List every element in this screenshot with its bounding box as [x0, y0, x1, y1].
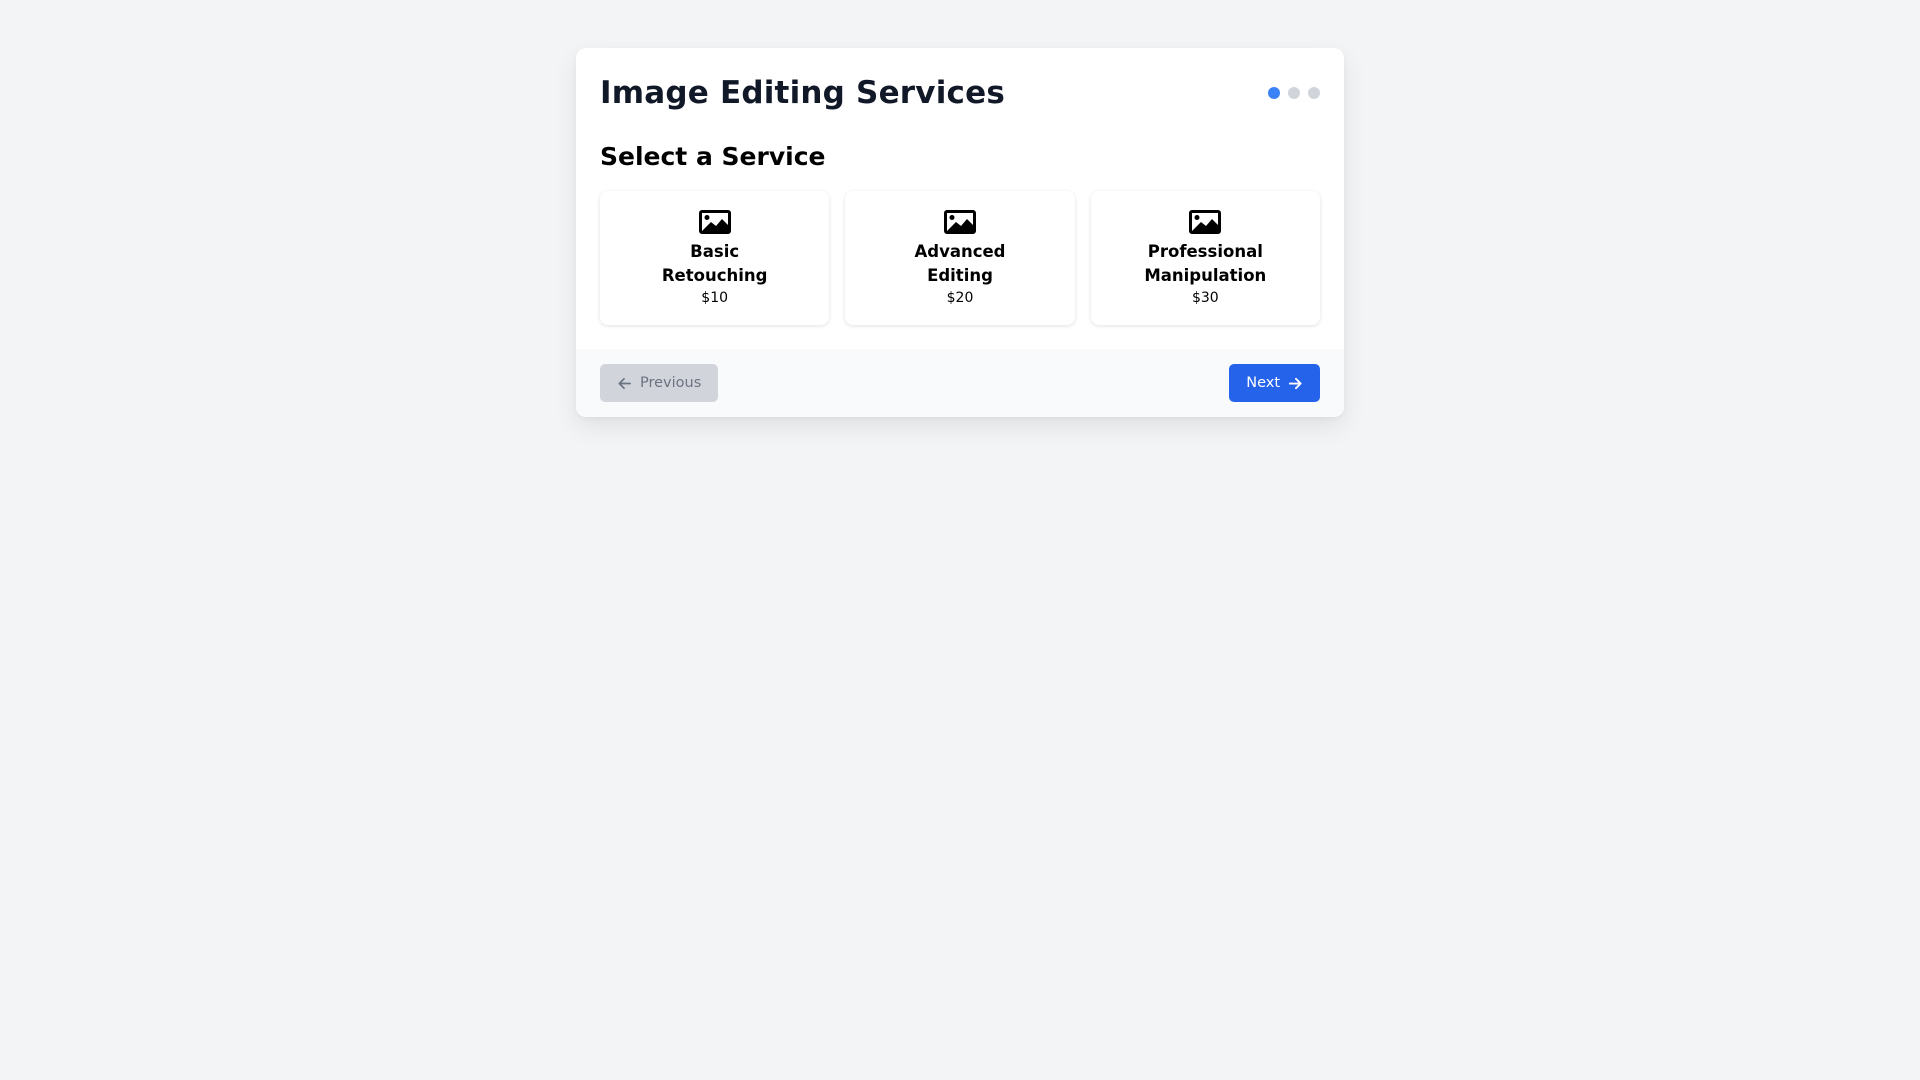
previous-button[interactable]: Previous — [600, 364, 719, 402]
wizard-header: Image Editing Services — [600, 72, 1320, 114]
service-option-professional-manipulation[interactable]: Professional Manipulation $30 — [1090, 191, 1320, 325]
service-price: $20 — [946, 290, 974, 306]
image-icon — [698, 210, 731, 234]
step-dot-1 — [1268, 87, 1280, 99]
service-name: Advanced Editing — [914, 242, 1006, 285]
image-icon — [943, 210, 976, 234]
section-title: Select a Service — [600, 142, 826, 171]
service-option-advanced-editing[interactable]: Advanced Editing $20 — [845, 191, 1075, 325]
wizard-footer: Previous Next — [576, 349, 1344, 417]
wizard-card: Image Editing Services Select a Service … — [576, 48, 1344, 417]
step-indicator — [1268, 87, 1320, 99]
service-price: $10 — [701, 290, 729, 306]
step-dot-2 — [1288, 87, 1300, 99]
arrow-right-icon — [1288, 377, 1302, 389]
service-price: $30 — [1191, 290, 1219, 306]
service-name: Basic Retouching — [661, 242, 768, 285]
service-name: Professional Manipulation — [1144, 242, 1267, 285]
wizard-body: Image Editing Services Select a Service … — [576, 48, 1344, 349]
step-dot-3 — [1308, 87, 1320, 99]
next-button[interactable]: Next — [1229, 364, 1320, 402]
service-option-basic-retouching[interactable]: Basic Retouching $10 — [600, 191, 830, 325]
previous-button-label: Previous — [640, 375, 702, 391]
arrow-left-icon — [618, 377, 631, 389]
next-button-label: Next — [1246, 375, 1280, 391]
service-options: Basic Retouching $10 Advanced Editing $2… — [600, 191, 1320, 325]
image-icon — [1189, 210, 1222, 234]
page-title: Image Editing Services — [600, 75, 1005, 111]
